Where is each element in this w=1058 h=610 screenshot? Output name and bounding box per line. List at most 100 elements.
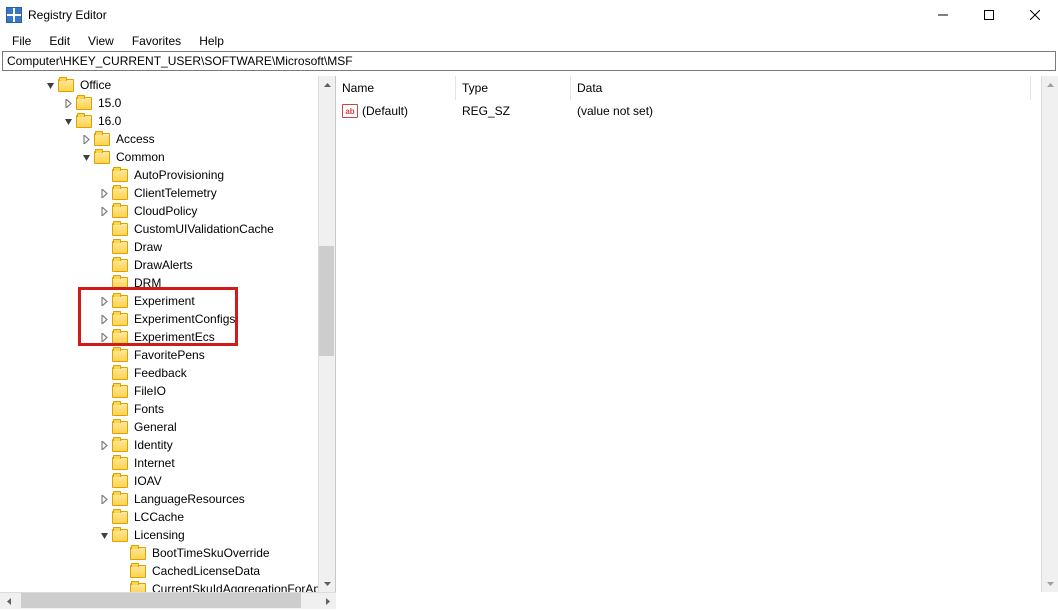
tree-item[interactable]: Licensing: [0, 526, 335, 544]
close-button[interactable]: [1012, 0, 1058, 30]
menu-favorites[interactable]: Favorites: [124, 32, 189, 50]
chevron-right-icon[interactable]: [99, 314, 110, 325]
tree-item[interactable]: Internet: [0, 454, 335, 472]
tree-item[interactable]: AutoProvisioning: [0, 166, 335, 184]
tree-item[interactable]: Feedback: [0, 364, 335, 382]
tree-item[interactable]: Office: [0, 76, 335, 94]
folder-icon: [112, 385, 128, 398]
tree-item[interactable]: 16.0: [0, 112, 335, 130]
folder-icon: [112, 529, 128, 542]
chevron-right-icon[interactable]: [99, 188, 110, 199]
tree-item[interactable]: Fonts: [0, 400, 335, 418]
folder-icon: [112, 421, 128, 434]
maximize-button[interactable]: [966, 0, 1012, 30]
column-header-type[interactable]: Type: [456, 76, 571, 100]
scroll-right-button[interactable]: [319, 593, 336, 610]
folder-icon: [112, 313, 128, 326]
reg-string-icon: ab: [342, 104, 358, 118]
tree-item[interactable]: FavoritePens: [0, 346, 335, 364]
tree-item[interactable]: Identity: [0, 436, 335, 454]
tree-item[interactable]: Experiment: [0, 292, 335, 310]
chevron-right-icon[interactable]: [99, 440, 110, 451]
folder-icon: [112, 457, 128, 470]
chevron-down-icon[interactable]: [99, 530, 110, 541]
folder-icon: [112, 277, 128, 290]
scroll-up-button[interactable]: [319, 76, 335, 93]
address-input[interactable]: [2, 51, 1056, 71]
menu-help[interactable]: Help: [191, 32, 232, 50]
chevron-right-icon[interactable]: [99, 332, 110, 343]
tree-item[interactable]: BootTimeSkuOverride: [0, 544, 335, 562]
tree-item[interactable]: 15.0: [0, 94, 335, 112]
list-scroll-down-button[interactable]: [1042, 575, 1058, 592]
tree-item-label: 15.0: [96, 96, 123, 110]
tree-item-label: ExperimentConfigs: [132, 312, 237, 326]
tree-item[interactable]: DrawAlerts: [0, 256, 335, 274]
tree-item[interactable]: CurrentSkuIdAggregationForApp: [0, 580, 335, 592]
tree-item-label: Office: [78, 78, 113, 92]
tree-item[interactable]: FileIO: [0, 382, 335, 400]
tree-item[interactable]: CloudPolicy: [0, 202, 335, 220]
tree-horizontal-scrollbar[interactable]: [0, 592, 336, 609]
menu-view[interactable]: View: [80, 32, 122, 50]
list-pane: Name Type Data ab(Default)REG_SZ(value n…: [336, 76, 1058, 592]
tree-item[interactable]: CachedLicenseData: [0, 562, 335, 580]
chevron-right-icon[interactable]: [81, 134, 92, 145]
chevron-down-icon[interactable]: [63, 116, 74, 127]
list-vertical-scrollbar[interactable]: [1041, 76, 1058, 592]
tree-vertical-scrollbar[interactable]: [318, 76, 335, 592]
tree-item[interactable]: DRM: [0, 274, 335, 292]
content-area: Office 15.0 16.0 Access Common AutoProvisioni…: [0, 76, 1058, 592]
tree-item-label: LanguageResources: [132, 492, 247, 506]
list-header: Name Type Data: [336, 76, 1058, 100]
tree-hscroll-thumb[interactable]: [21, 593, 301, 608]
tree-item-label: Draw: [132, 240, 164, 254]
menu-edit[interactable]: Edit: [41, 32, 78, 50]
tree-item[interactable]: LCCache: [0, 508, 335, 526]
tree-item-label: Internet: [132, 456, 177, 470]
folder-icon: [112, 403, 128, 416]
tree-item[interactable]: ExperimentConfigs: [0, 310, 335, 328]
tree-item-label: Fonts: [132, 402, 166, 416]
tree-expander-none: [99, 278, 110, 289]
tree-expander-none: [99, 368, 110, 379]
tree-item[interactable]: General: [0, 418, 335, 436]
chevron-right-icon[interactable]: [99, 206, 110, 217]
tree-item[interactable]: Common: [0, 148, 335, 166]
list-row[interactable]: ab(Default)REG_SZ(value not set): [336, 102, 1058, 120]
tree-item[interactable]: ExperimentEcs: [0, 328, 335, 346]
tree-expander-none: [99, 260, 110, 271]
chevron-right-icon[interactable]: [99, 494, 110, 505]
folder-icon: [76, 115, 92, 128]
chevron-down-icon[interactable]: [81, 152, 92, 163]
tree-item[interactable]: IOAV: [0, 472, 335, 490]
tree-vscroll-thumb[interactable]: [319, 246, 334, 356]
tree-item[interactable]: LanguageResources: [0, 490, 335, 508]
tree-item-label: FavoritePens: [132, 348, 207, 362]
scroll-left-button[interactable]: [0, 593, 17, 610]
chevron-right-icon[interactable]: [63, 98, 74, 109]
tree-item[interactable]: ClientTelemetry: [0, 184, 335, 202]
chevron-down-icon[interactable]: [45, 80, 56, 91]
list-scroll-up-button[interactable]: [1042, 76, 1058, 93]
folder-icon: [112, 169, 128, 182]
tree-item-label: CachedLicenseData: [150, 564, 262, 578]
folder-icon: [94, 151, 110, 164]
chevron-right-icon[interactable]: [99, 296, 110, 307]
tree-item[interactable]: Access: [0, 130, 335, 148]
app-icon: [6, 7, 22, 23]
folder-icon: [112, 295, 128, 308]
scroll-down-button[interactable]: [319, 575, 335, 592]
tree-item-label: Experiment: [132, 294, 197, 308]
tree-item[interactable]: CustomUIValidationCache: [0, 220, 335, 238]
tree-scroll[interactable]: Office 15.0 16.0 Access Common AutoProvisioni…: [0, 76, 335, 592]
menu-file[interactable]: File: [4, 32, 39, 50]
tree-item-label: Access: [114, 132, 157, 146]
tree-item-label: Licensing: [132, 528, 187, 542]
tree-item-label: AutoProvisioning: [132, 168, 226, 182]
minimize-button[interactable]: [920, 0, 966, 30]
tree-item[interactable]: Draw: [0, 238, 335, 256]
column-header-data[interactable]: Data: [571, 76, 1031, 100]
column-header-name[interactable]: Name: [336, 76, 456, 100]
tree-item-label: Common: [114, 150, 167, 164]
